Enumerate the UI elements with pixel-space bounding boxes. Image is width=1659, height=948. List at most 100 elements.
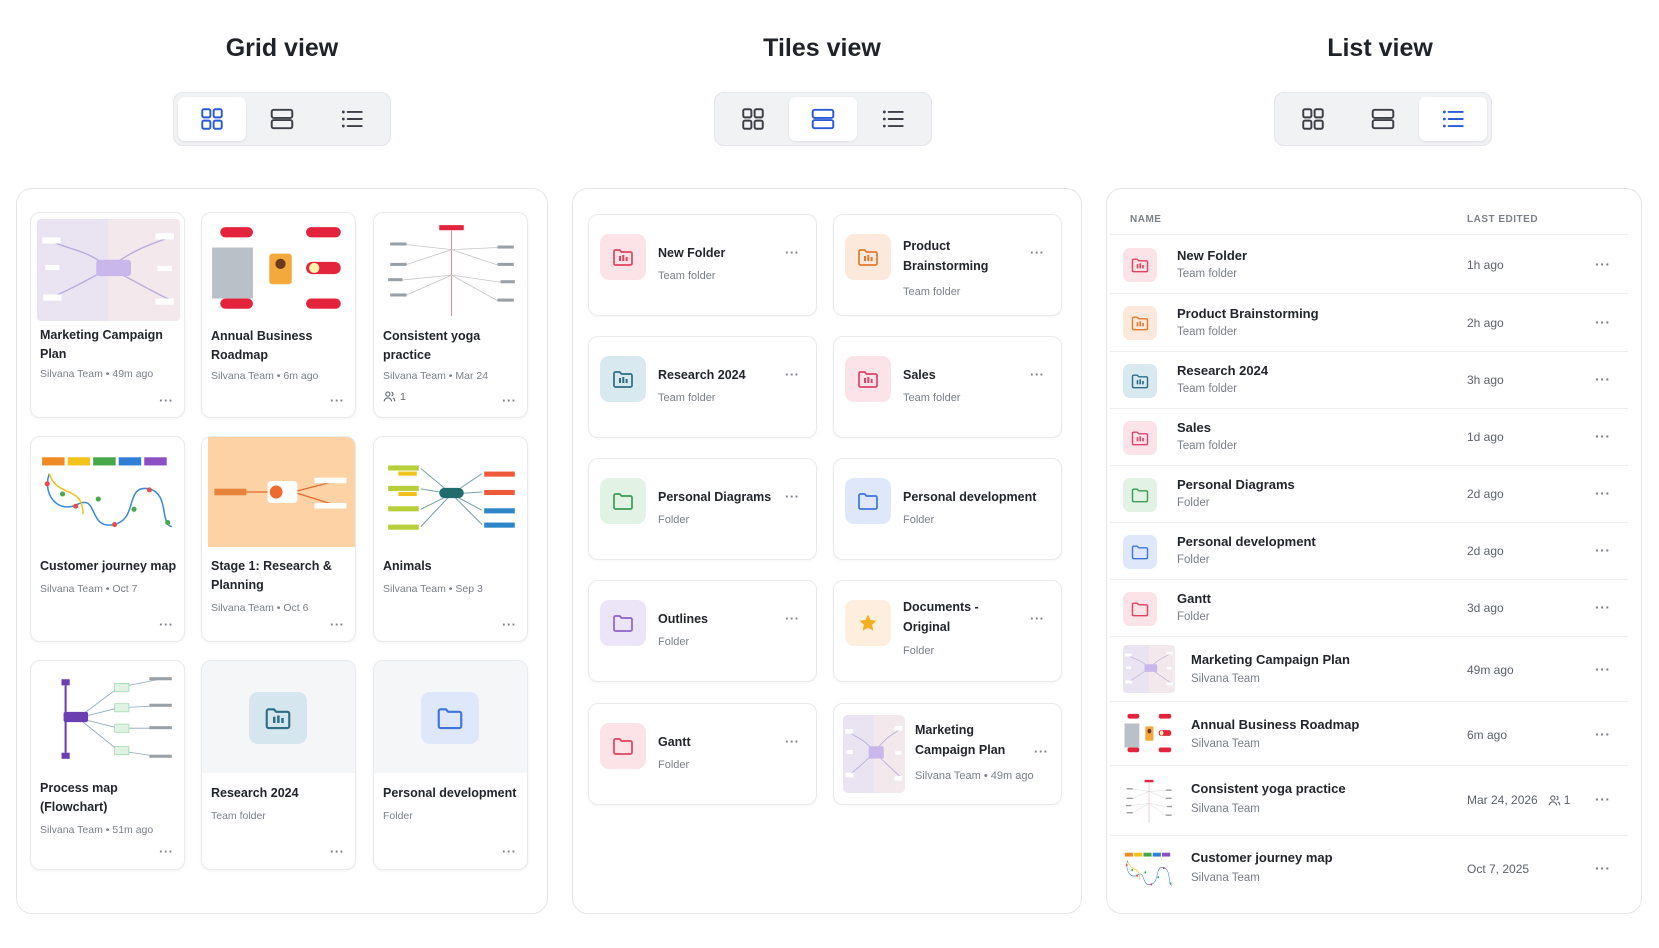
grid-card[interactable]: Annual Business Roadmap Silvana Team • 6… xyxy=(201,212,356,418)
grid-card[interactable]: Process map (Flowchart) Silvana Team • 5… xyxy=(30,660,185,870)
more-options-button[interactable]: ··· xyxy=(1034,745,1049,758)
more-options-button[interactable]: ··· xyxy=(785,246,800,259)
tile-item[interactable]: Gantt Folder ··· xyxy=(588,703,817,805)
table-row[interactable]: New Folder Team folder 1h ago ··· xyxy=(1110,236,1628,294)
row-edited: 2d ago xyxy=(1467,487,1504,501)
view-switcher-tiles-column xyxy=(714,92,932,146)
more-options-button[interactable]: ··· xyxy=(330,618,345,631)
tiles-view-title: Tiles view xyxy=(763,34,881,62)
diagram-thumbnail xyxy=(37,219,180,321)
row-name: New Folder xyxy=(1177,248,1248,263)
grid-view-button[interactable] xyxy=(719,97,787,141)
board-folder-icon xyxy=(249,692,307,744)
grid-card[interactable]: Personal development Folder ··· xyxy=(373,660,528,870)
table-row[interactable]: Marketing Campaign Plan Silvana Team 49m… xyxy=(1110,637,1628,702)
table-row[interactable]: Sales Team folder 1d ago ··· xyxy=(1110,409,1628,466)
diagram-thumbnail xyxy=(37,443,180,545)
board-folder-icon xyxy=(1123,306,1157,340)
diagram-thumbnail xyxy=(1123,846,1175,894)
tiles-view-button[interactable] xyxy=(248,97,316,141)
more-options-button[interactable]: ··· xyxy=(1595,599,1611,615)
shared-count: 1 xyxy=(1548,793,1570,807)
list-view-button[interactable] xyxy=(318,97,386,141)
column-header-name[interactable]: NAME xyxy=(1130,214,1161,225)
folder-preview xyxy=(202,661,355,773)
row-edited: 2h ago xyxy=(1467,316,1504,330)
more-options-button[interactable]: ··· xyxy=(785,735,800,748)
more-options-button[interactable]: ··· xyxy=(1595,661,1611,677)
grid-card[interactable]: Consistent yoga practice Silvana Team • … xyxy=(373,212,528,418)
more-options-button[interactable]: ··· xyxy=(1595,726,1611,742)
board-folder-icon xyxy=(845,234,891,280)
more-options-button[interactable]: ··· xyxy=(785,612,800,625)
table-row[interactable]: Personal Diagrams Folder 2d ago ··· xyxy=(1110,466,1628,523)
more-options-button[interactable]: ··· xyxy=(1595,256,1611,272)
tile-title: Marketing Campaign Plan xyxy=(915,723,1006,757)
row-name: Research 2024 xyxy=(1177,363,1269,378)
list-view-title: List view xyxy=(1327,34,1433,62)
row-edited: 3d ago xyxy=(1467,601,1504,615)
tile-item[interactable]: Personal Diagrams Folder ··· xyxy=(588,458,817,560)
more-options-button[interactable]: ··· xyxy=(502,394,517,407)
grid-card[interactable]: Customer journey map Silvana Team • Oct … xyxy=(30,436,185,642)
tile-item[interactable]: Product Brainstorming Team folder ··· xyxy=(833,214,1062,316)
card-title: Marketing Campaign Plan xyxy=(40,328,163,361)
more-options-button[interactable]: ··· xyxy=(502,618,517,631)
table-row[interactable]: Research 2024 Team folder 3h ago ··· xyxy=(1110,352,1628,409)
more-options-button[interactable]: ··· xyxy=(1595,371,1611,387)
tile-meta: Team folder xyxy=(658,270,716,282)
tile-item[interactable]: New Folder Team folder ··· xyxy=(588,214,817,316)
table-row[interactable]: Consistent yoga practice Silvana Team Ma… xyxy=(1110,766,1628,836)
more-options-button[interactable]: ··· xyxy=(1595,428,1611,444)
tile-item[interactable]: Research 2024 Team folder ··· xyxy=(588,336,817,438)
grid-card[interactable]: Marketing Campaign Plan Silvana Team • 4… xyxy=(30,212,185,418)
folder-icon xyxy=(1123,478,1157,512)
more-options-button[interactable]: ··· xyxy=(1595,542,1611,558)
tile-meta: Folder xyxy=(658,759,690,771)
more-options-button[interactable]: ··· xyxy=(785,368,800,381)
list-view-button[interactable] xyxy=(859,97,927,141)
folder-preview xyxy=(374,661,527,773)
row-name: Personal Diagrams xyxy=(1177,477,1295,492)
more-options-button[interactable]: ··· xyxy=(1595,314,1611,330)
table-row[interactable]: Personal development Folder 2d ago ··· xyxy=(1110,523,1628,580)
more-options-button[interactable]: ··· xyxy=(330,845,345,858)
tiles-view-button[interactable] xyxy=(1349,97,1417,141)
row-name: Consistent yoga practice xyxy=(1191,781,1346,796)
grid-card[interactable]: Stage 1: Research & Planning Silvana Tea… xyxy=(201,436,356,642)
grid-card[interactable]: Animals Silvana Team • Sep 3 ··· xyxy=(373,436,528,642)
more-options-button[interactable]: ··· xyxy=(785,490,800,503)
list-view-button[interactable] xyxy=(1419,97,1487,141)
more-options-button[interactable]: ··· xyxy=(1595,485,1611,501)
more-options-button[interactable]: ··· xyxy=(1595,860,1611,876)
card-title: Stage 1: Research & Planning xyxy=(211,559,332,592)
tiles-view-button[interactable] xyxy=(789,97,857,141)
tile-item[interactable]: Documents - Original Folder ··· xyxy=(833,580,1062,682)
more-options-button[interactable]: ··· xyxy=(159,618,174,631)
grid-view-button[interactable] xyxy=(1279,97,1347,141)
grid-view-icon xyxy=(1300,106,1326,132)
diagram-thumbnail xyxy=(208,437,356,547)
row-sub: Team folder xyxy=(1177,383,1238,395)
tile-item[interactable]: Personal development Folder xyxy=(833,458,1062,560)
more-options-button[interactable]: ··· xyxy=(1030,246,1045,259)
more-options-button[interactable]: ··· xyxy=(330,394,345,407)
table-row[interactable]: Annual Business Roadmap Silvana Team 6m … xyxy=(1110,702,1628,766)
tile-item[interactable]: Marketing Campaign Plan Silvana Team • 4… xyxy=(833,703,1062,805)
more-options-button[interactable]: ··· xyxy=(1595,791,1611,807)
column-header-last-edited[interactable]: LAST EDITED xyxy=(1467,214,1538,225)
more-options-button[interactable]: ··· xyxy=(1030,612,1045,625)
tile-item[interactable]: Sales Team folder ··· xyxy=(833,336,1062,438)
tile-item[interactable]: Outlines Folder ··· xyxy=(588,580,817,682)
table-row[interactable]: Product Brainstorming Team folder 2h ago… xyxy=(1110,294,1628,352)
more-options-button[interactable]: ··· xyxy=(159,394,174,407)
more-options-button[interactable]: ··· xyxy=(502,845,517,858)
list-view-icon xyxy=(1440,106,1466,132)
table-row[interactable]: Customer journey map Silvana Team Oct 7,… xyxy=(1110,836,1628,906)
grid-card[interactable]: Research 2024 Team folder ··· xyxy=(201,660,356,870)
more-options-button[interactable]: ··· xyxy=(159,845,174,858)
grid-view-button[interactable] xyxy=(178,97,246,141)
more-options-button[interactable]: ··· xyxy=(1030,368,1045,381)
table-row[interactable]: Gantt Folder 3d ago ··· xyxy=(1110,580,1628,637)
tiles-view-icon xyxy=(810,106,836,132)
